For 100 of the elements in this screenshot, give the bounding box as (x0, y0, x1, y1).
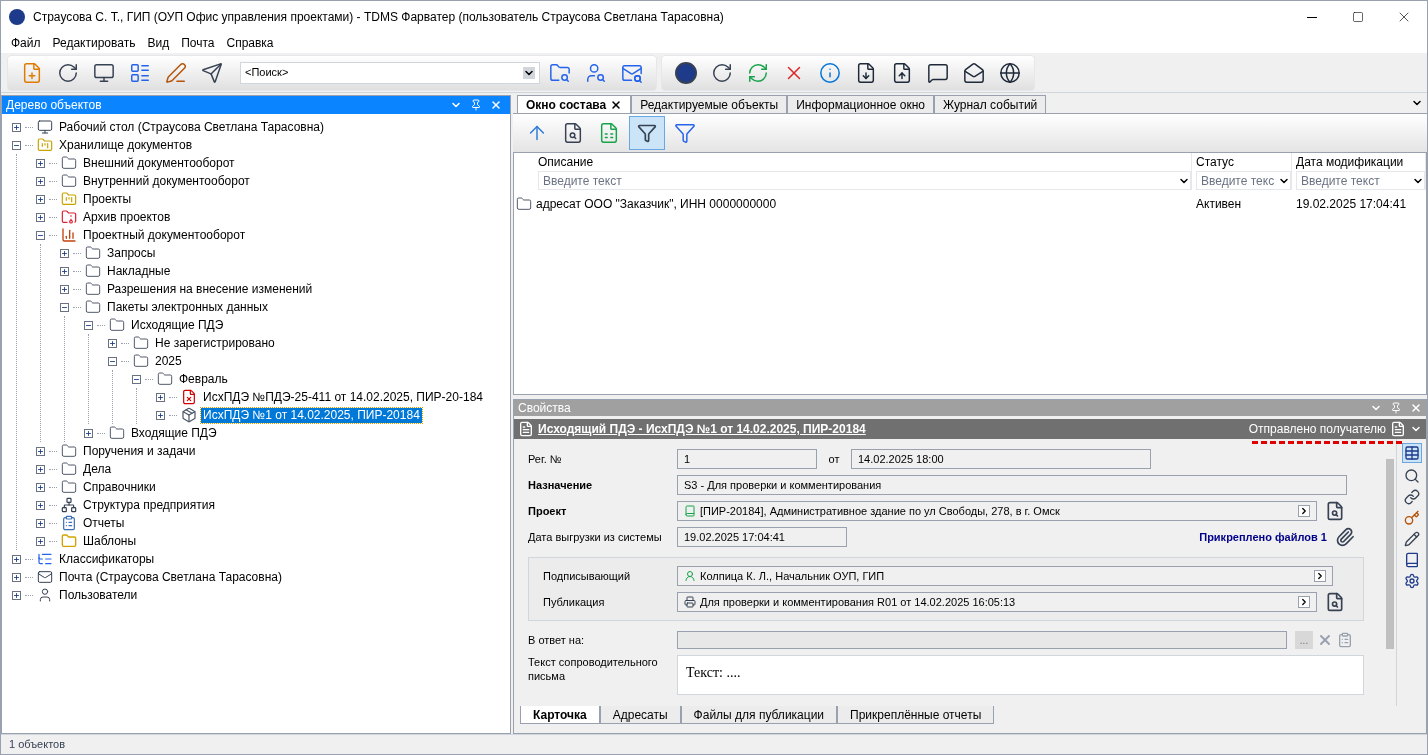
tree-item[interactable]: Рабочий стол (Страусова Светлана Тарасовна) (57, 119, 326, 135)
publication-field[interactable]: Для проверки и комментирования R01 от 14.02.2025 16:05:13 (677, 592, 1317, 612)
menu-item[interactable]: Файл (5, 34, 47, 52)
filter-field[interactable]: Введите текст (1296, 171, 1425, 190)
card-view-button[interactable] (1401, 443, 1422, 463)
purpose-field[interactable]: S3 - Для проверки и комментирования (677, 475, 1347, 495)
expander-toggle[interactable] (84, 428, 93, 438)
expander-toggle[interactable] (36, 464, 45, 474)
tree-item[interactable]: Проекты (81, 191, 134, 207)
expander-toggle[interactable] (60, 302, 69, 312)
expander-toggle[interactable] (12, 572, 21, 582)
expander-toggle[interactable] (108, 356, 117, 366)
tree-item[interactable]: Отчеты (81, 515, 127, 531)
search-icon[interactable] (1403, 468, 1420, 484)
menu-item[interactable]: Вид (141, 34, 176, 52)
tree-item[interactable]: Дела (81, 461, 114, 477)
expander-toggle[interactable] (36, 518, 45, 528)
expander-toggle[interactable] (156, 410, 165, 420)
tab[interactable]: Редактируемые объекты (631, 95, 788, 113)
link-icon[interactable] (1403, 489, 1420, 505)
column-header[interactable]: Дата модификации (1296, 153, 1425, 171)
tab[interactable]: Информационное окно (787, 95, 934, 113)
filter-field[interactable]: Введите текст (538, 171, 1191, 190)
tab[interactable]: Окно состава (517, 95, 632, 113)
tree-item[interactable]: Хранилище документов (57, 137, 195, 153)
tab[interactable]: Карточка (520, 706, 600, 724)
expander-toggle[interactable] (36, 158, 45, 168)
tree-item[interactable]: Пакеты электронных данных (105, 299, 270, 315)
pin-icon[interactable] (470, 99, 482, 111)
tree-item[interactable]: Проектный документооборот (81, 227, 248, 243)
pencil-icon[interactable] (1403, 531, 1420, 547)
tree-item[interactable]: Почта (Страусова Светлана Тарасовна) (57, 569, 284, 585)
signer-field[interactable]: Колпица К. Л., Начальник ОУП, ГИП (677, 566, 1333, 586)
reply-field[interactable] (677, 631, 1287, 649)
reg-number-field[interactable]: 1 (677, 449, 817, 469)
filter-button[interactable] (629, 116, 665, 150)
attached-files-link[interactable]: Прикреплено файлов 1 (1199, 528, 1327, 546)
tree-item[interactable]: Архив проектов (81, 209, 173, 225)
expander-toggle[interactable] (12, 554, 21, 564)
tree-item[interactable]: Внешний документооборот (81, 155, 237, 171)
expander-toggle[interactable] (12, 590, 21, 600)
document-icon[interactable] (1390, 421, 1406, 437)
search-object-icon[interactable] (1325, 501, 1345, 521)
close-icon[interactable] (610, 98, 623, 111)
expander-toggle[interactable] (36, 176, 45, 186)
tree-item[interactable]: 2025 (153, 353, 184, 369)
search-field[interactable]: <Поиск> (240, 61, 540, 84)
tree-item[interactable]: Февраль (177, 371, 230, 387)
tab[interactable]: Адресаты (599, 706, 681, 724)
tree-item[interactable]: Не зарегистрировано (153, 335, 277, 351)
tree-item[interactable]: Пользователи (57, 587, 140, 603)
expander-toggle[interactable] (36, 536, 45, 546)
project-field[interactable]: [ПИР-20184], Административное здание по ул Свободы, 278, в г. Омск (677, 501, 1317, 521)
attachment-icon[interactable] (1335, 527, 1355, 547)
tree-item[interactable]: ИсхПДЭ №1 от 14.02.2025, ПИР-20184 (201, 407, 422, 423)
key-icon[interactable] (1403, 510, 1420, 526)
browse-button[interactable]: ... (1295, 631, 1313, 649)
tree-item[interactable]: Поручения и задачи (81, 443, 198, 459)
tree-item[interactable]: Классификаторы (57, 551, 157, 567)
book-icon[interactable] (1403, 552, 1420, 568)
expander-toggle[interactable] (60, 284, 69, 294)
expander-toggle[interactable] (156, 392, 165, 402)
tree-item[interactable]: Структура предприятия (81, 497, 217, 513)
menu-item[interactable]: Почта (175, 34, 221, 52)
letter-text-field[interactable]: Текст: .... (677, 655, 1364, 695)
expander-toggle[interactable] (84, 320, 93, 330)
export-date-field[interactable]: 19.02.2025 17:04:41 (677, 527, 847, 547)
column-header[interactable]: Описание (538, 153, 1191, 171)
expander-toggle[interactable] (132, 374, 141, 384)
tree-item[interactable]: Справочники (81, 479, 158, 495)
tab[interactable]: Прикреплённые отчеты (837, 706, 995, 724)
column-header[interactable]: Статус (1196, 153, 1291, 171)
search-object-icon[interactable] (1325, 592, 1345, 612)
expander-toggle[interactable] (36, 500, 45, 510)
filter-field[interactable]: Введите текс (1196, 171, 1291, 190)
tree-item[interactable]: Накладные (105, 263, 173, 279)
menu-item[interactable]: Справка (220, 34, 280, 52)
pin-icon[interactable] (1390, 402, 1402, 414)
tab[interactable]: Файлы для публикации (680, 706, 838, 724)
expander-toggle[interactable] (36, 194, 45, 204)
logo-icon[interactable] (675, 61, 697, 84)
tab[interactable]: Журнал событий (933, 95, 1047, 113)
expander-toggle[interactable] (108, 338, 117, 348)
tree-item[interactable]: Шаблоны (81, 533, 139, 549)
tree-item[interactable]: Запросы (105, 245, 158, 261)
expander-toggle[interactable] (12, 140, 21, 150)
dropdown-icon[interactable] (523, 66, 535, 79)
tree-item[interactable]: Внутренний документооборот (81, 173, 252, 189)
expander-toggle[interactable] (36, 230, 45, 240)
expander-toggle[interactable] (60, 248, 69, 258)
tree-item[interactable]: Разрешения на внесение изменений (105, 281, 315, 297)
expander-toggle[interactable] (36, 446, 45, 456)
object-title-link[interactable]: Исходящий ПДЭ - ИсхПДЭ №1 от 14.02.2025, ПИР-20184 (538, 420, 1245, 438)
date-field[interactable]: 14.02.2025 18:00 (851, 449, 1151, 469)
expander-toggle[interactable] (36, 212, 45, 222)
menu-item[interactable]: Редактировать (46, 34, 142, 52)
tree-item[interactable]: Исходящие ПДЭ (129, 317, 226, 333)
settings-icon[interactable] (1403, 573, 1420, 589)
tree-item[interactable]: Входящие ПДЭ (129, 425, 219, 441)
tree-item[interactable]: ИсхПДЭ №ПДЭ-25-411 от 14.02.2025, ПИР-20-184 (201, 389, 485, 405)
